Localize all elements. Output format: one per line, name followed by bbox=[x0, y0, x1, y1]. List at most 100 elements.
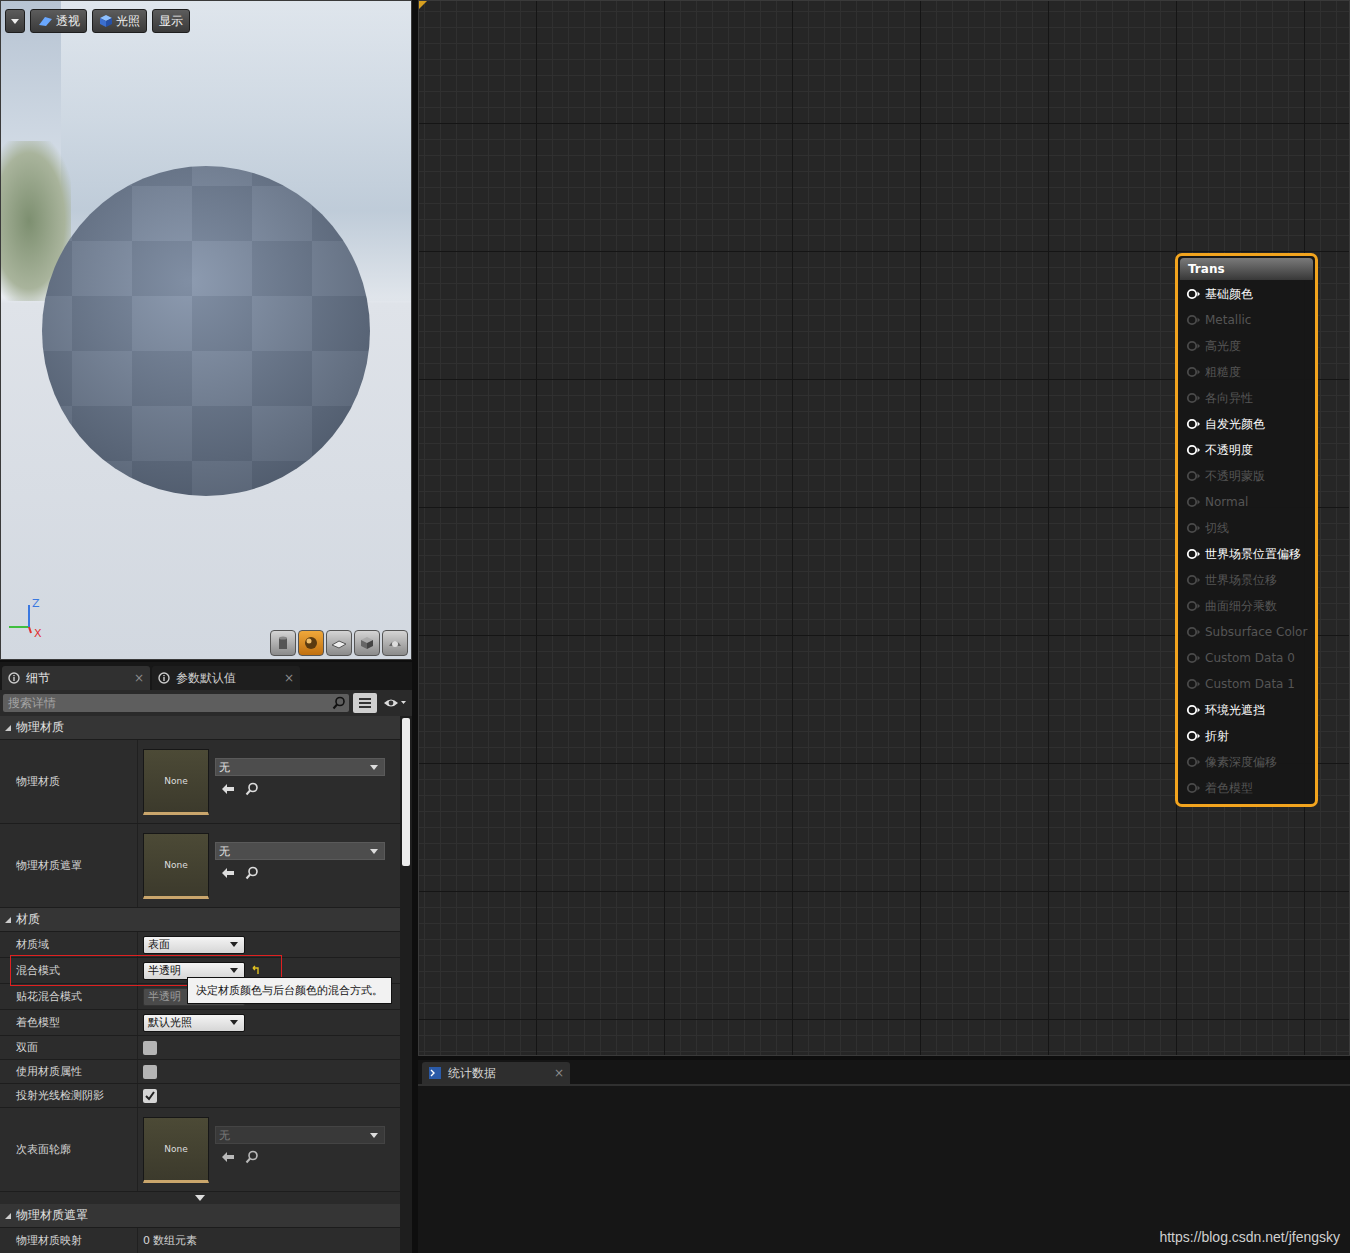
dropdown-arrow-icon bbox=[10, 17, 20, 25]
preview-shape-button[interactable] bbox=[270, 630, 296, 656]
input-pin[interactable]: 世界场景位置偏移 bbox=[1186, 541, 1313, 567]
search-row: 搜索详情 bbox=[0, 690, 412, 716]
advanced-toggle[interactable] bbox=[0, 1192, 400, 1204]
use-selected-arrow-icon[interactable] bbox=[221, 783, 235, 795]
preview-shape-button[interactable] bbox=[326, 630, 352, 656]
input-pin[interactable]: 不透明度 bbox=[1186, 437, 1313, 463]
input-pin[interactable]: 各向异性 bbox=[1186, 385, 1313, 411]
input-pin[interactable]: 像素深度偏移 bbox=[1186, 749, 1313, 775]
section-header[interactable]: 物理材质遮罩 bbox=[0, 1204, 400, 1228]
section-header[interactable]: 物理材质 bbox=[0, 716, 400, 740]
property-label: 贴花混合模式 bbox=[0, 984, 138, 1009]
view-options-button[interactable] bbox=[353, 693, 377, 713]
property-label: 着色模型 bbox=[0, 1010, 138, 1035]
stats-content bbox=[418, 1084, 1350, 1253]
tooltip: 决定材质颜色与后台颜色的混合方式。 bbox=[187, 977, 392, 1004]
property-label: 物理材质遮罩 bbox=[0, 824, 138, 907]
input-pin[interactable]: 基础颜色 bbox=[1186, 281, 1313, 307]
input-pin[interactable]: 自发光颜色 bbox=[1186, 411, 1313, 437]
input-pin[interactable]: 不透明蒙版 bbox=[1186, 463, 1313, 489]
browse-search-icon[interactable] bbox=[245, 866, 259, 880]
input-pin[interactable]: 世界场景位移 bbox=[1186, 567, 1313, 593]
input-pin[interactable]: 曲面细分乘数 bbox=[1186, 593, 1313, 619]
section-header[interactable]: 材质 bbox=[0, 908, 400, 932]
dropdown-caret-icon bbox=[370, 765, 378, 770]
preview-shape-button[interactable] bbox=[382, 630, 408, 656]
asset-dropdown[interactable]: 无 bbox=[215, 758, 385, 776]
search-field[interactable]: 搜索详情 bbox=[3, 694, 349, 712]
list-view-icon bbox=[358, 697, 372, 709]
property-value bbox=[138, 1060, 400, 1083]
property-label: 次表面轮廓 bbox=[0, 1108, 138, 1191]
property-label: 使用材质属性 bbox=[0, 1060, 138, 1083]
details-tab[interactable]: 细节× bbox=[2, 666, 150, 690]
pin-icon bbox=[1186, 756, 1201, 768]
asset-dropdown[interactable]: 无 bbox=[215, 842, 385, 860]
cube-icon bbox=[359, 635, 375, 651]
asset-thumbnail[interactable]: None bbox=[143, 1117, 209, 1183]
preview-viewport[interactable]: 透视光照显示ZX bbox=[0, 0, 412, 660]
axis-x-label: X bbox=[34, 627, 42, 640]
property-value: 表面 bbox=[138, 932, 400, 957]
input-pin[interactable]: Metallic bbox=[1186, 307, 1313, 333]
asset-thumbnail[interactable]: None bbox=[143, 749, 209, 815]
details-tab[interactable]: 参数默认值× bbox=[152, 666, 300, 690]
property-label: 混合模式 bbox=[0, 958, 138, 983]
tab-close-button[interactable]: × bbox=[554, 1066, 564, 1080]
input-pin[interactable]: 折射 bbox=[1186, 723, 1313, 749]
property-row: 着色模型默认光照 bbox=[0, 1010, 400, 1036]
pin-icon bbox=[1186, 314, 1201, 326]
use-selected-arrow-icon[interactable] bbox=[221, 1151, 235, 1163]
input-pin[interactable]: Normal bbox=[1186, 489, 1313, 515]
stats-tab[interactable]: 统计数据× bbox=[422, 1062, 570, 1084]
input-pin[interactable]: Custom Data 1 bbox=[1186, 671, 1313, 697]
details-scrollbar[interactable] bbox=[400, 716, 412, 1253]
preview-shape-button[interactable] bbox=[298, 630, 324, 656]
browse-search-icon[interactable] bbox=[245, 1150, 259, 1164]
viewport-toolbar-button[interactable]: 光照 bbox=[92, 9, 147, 33]
scrollbar-thumb[interactable] bbox=[402, 718, 410, 866]
asset-thumbnail[interactable]: None bbox=[143, 833, 209, 899]
property-row: 次表面轮廓None 无 bbox=[0, 1108, 400, 1192]
use-selected-arrow-icon[interactable] bbox=[221, 867, 235, 879]
viewport-toolbar-button[interactable]: 透视 bbox=[30, 9, 87, 33]
checkbox[interactable] bbox=[143, 1065, 157, 1079]
pin-icon bbox=[1186, 704, 1201, 716]
pin-icon bbox=[1186, 626, 1201, 638]
preview-shape-button[interactable] bbox=[354, 630, 380, 656]
dropdown-caret-icon bbox=[230, 1020, 238, 1025]
reset-to-default-icon[interactable] bbox=[251, 965, 261, 977]
tab-close-button[interactable]: × bbox=[284, 671, 294, 685]
asset-dropdown[interactable]: 无 bbox=[215, 1126, 385, 1144]
property-label: 投射光线检测阴影 bbox=[0, 1084, 138, 1107]
combo-box[interactable]: 表面 bbox=[143, 936, 245, 954]
property-value: None 无 bbox=[138, 824, 400, 907]
browse-search-icon[interactable] bbox=[245, 782, 259, 796]
show-more-arrow-icon bbox=[194, 1194, 206, 1202]
input-pin[interactable]: Subsurface Color bbox=[1186, 619, 1313, 645]
pin-icon bbox=[1186, 470, 1201, 482]
input-pin[interactable]: 高光度 bbox=[1186, 333, 1313, 359]
asset-actions bbox=[215, 866, 385, 880]
viewport-toolbar-button[interactable]: 显示 bbox=[152, 9, 190, 33]
dropdown-caret-icon bbox=[230, 968, 238, 973]
checkbox[interactable] bbox=[143, 1041, 157, 1055]
tab-close-button[interactable]: × bbox=[134, 671, 144, 685]
material-result-node[interactable]: Trans基础颜色Metallic高光度粗糙度各向异性自发光颜色不透明度不透明蒙… bbox=[1175, 253, 1318, 807]
input-pin[interactable]: Custom Data 0 bbox=[1186, 645, 1313, 671]
pin-icon bbox=[1186, 652, 1201, 664]
dropdown-caret-icon bbox=[230, 942, 238, 947]
viewport-menu-button[interactable] bbox=[5, 9, 25, 33]
input-pin[interactable]: 粗糙度 bbox=[1186, 359, 1313, 385]
checkbox[interactable] bbox=[143, 1089, 157, 1103]
visibility-button[interactable] bbox=[381, 693, 409, 713]
pin-icon bbox=[1186, 548, 1201, 560]
property-label: 材质域 bbox=[0, 932, 138, 957]
input-pin[interactable]: 切线 bbox=[1186, 515, 1313, 541]
expand-arrow-icon bbox=[3, 1211, 13, 1221]
input-pin[interactable]: 环境光遮挡 bbox=[1186, 697, 1313, 723]
input-pin[interactable]: 着色模型 bbox=[1186, 775, 1313, 801]
sphere-icon bbox=[303, 635, 319, 651]
combo-box[interactable]: 默认光照 bbox=[143, 1014, 245, 1032]
material-graph[interactable]: Trans基础颜色Metallic高光度粗糙度各向异性自发光颜色不透明度不透明蒙… bbox=[418, 0, 1350, 1056]
